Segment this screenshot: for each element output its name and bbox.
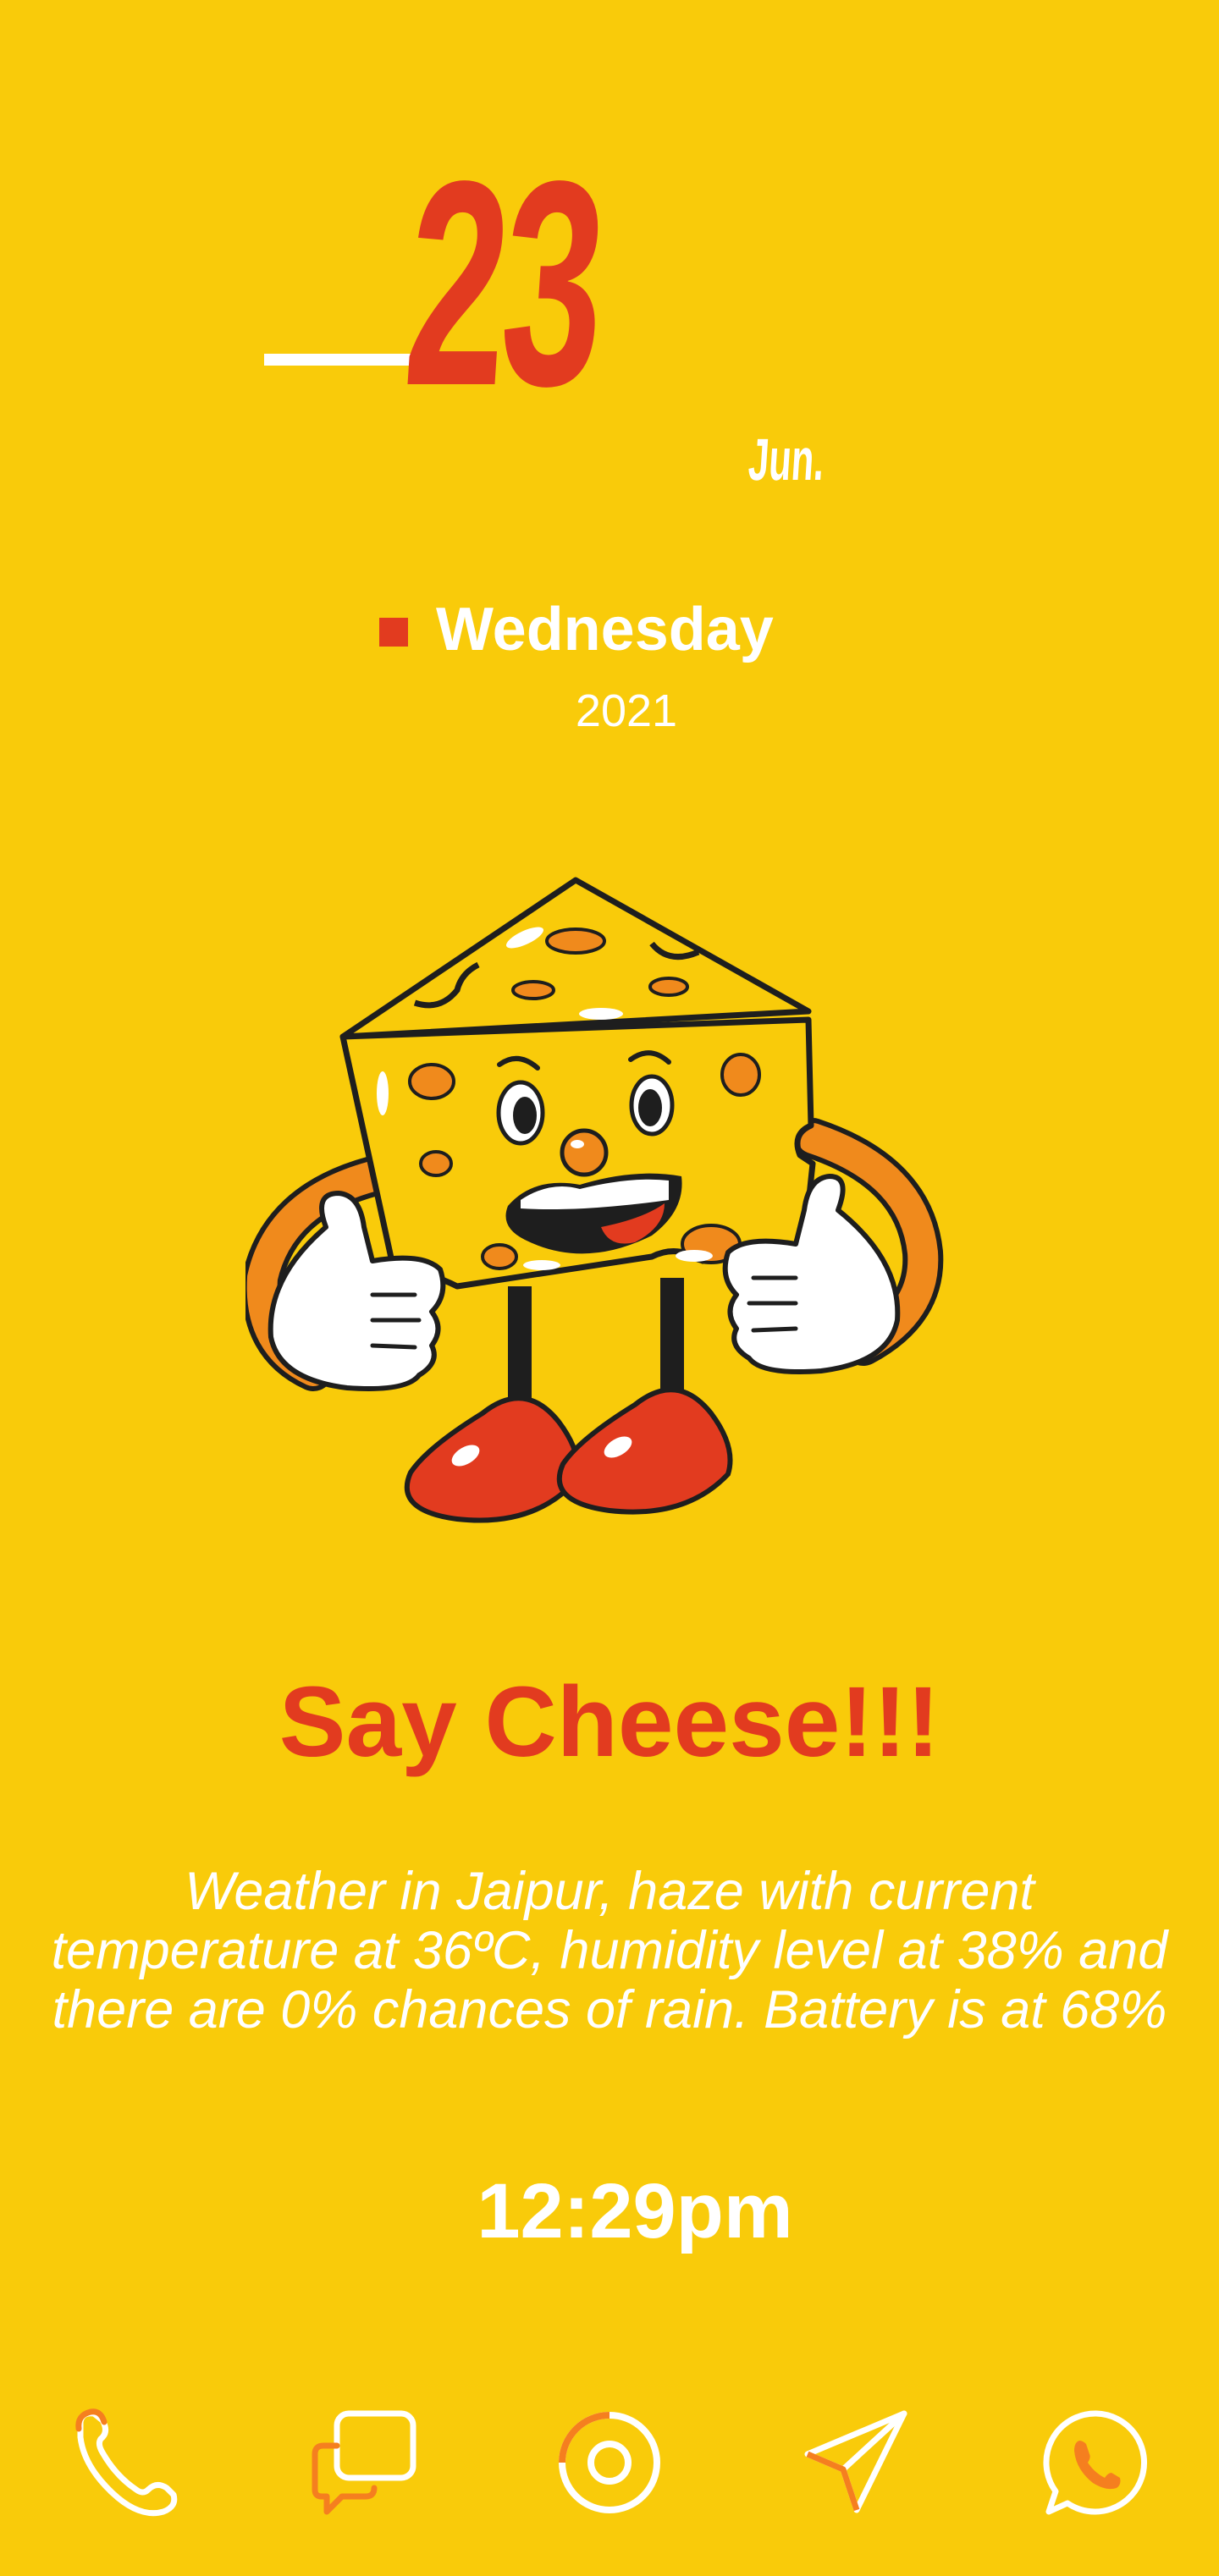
year: 2021	[575, 685, 678, 736]
messages-icon[interactable]	[305, 2403, 423, 2522]
weekday-marker	[379, 618, 408, 647]
clock-time: 12:29pm	[477, 2168, 793, 2254]
weather-summary: Weather in Jaipur, haze with current tem…	[51, 1862, 1168, 2039]
date-dash	[264, 354, 416, 366]
phone-icon[interactable]	[63, 2403, 182, 2522]
camera-icon[interactable]	[550, 2403, 669, 2522]
date-month: Jun.	[746, 427, 827, 493]
whatsapp-icon[interactable]	[1037, 2403, 1156, 2522]
telegram-icon[interactable]	[796, 2403, 914, 2522]
headline: Say Cheese!!!	[279, 1666, 940, 1778]
cheese-mascot-illustration	[245, 877, 944, 1523]
weekday: Wednesday	[436, 596, 774, 663]
date-day: 23	[397, 121, 610, 447]
